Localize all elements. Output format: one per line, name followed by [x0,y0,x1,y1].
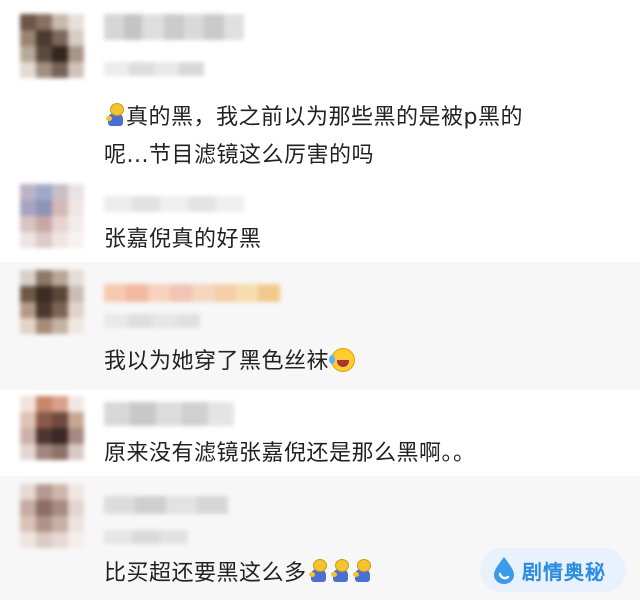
watermark-logo-icon [492,556,516,584]
comment-item[interactable]: 张嘉倪真的好黑 [0,176,640,262]
avatar[interactable] [20,184,84,248]
avatar[interactable] [20,396,84,460]
comment-text-continued: 呢...节目滤镜这么厉害的吗 [104,143,374,168]
timestamp-blurred [104,314,200,328]
timestamp-blurred [104,530,188,544]
username-blurred[interactable] [104,284,280,302]
username-blurred[interactable] [104,496,228,514]
comment-item[interactable]: 原来没有滤镜张嘉倪还是那么黑啊。。 [0,390,640,476]
prayer-emoji-icon [308,559,327,583]
username-blurred[interactable] [104,402,234,426]
comment-item[interactable]: 真的黑，我之前以为那些黑的是被p黑的 呢...节目滤镜这么厉害的吗 [0,0,640,176]
comment-text: 原来没有滤镜张嘉倪还是那么黑啊。。 [104,441,476,466]
username-blurred[interactable] [104,14,244,40]
prayer-emoji-icon [106,103,124,127]
comment-item[interactable]: 我以为她穿了黑色丝袜 [0,262,640,390]
laugh-cry-emoji-icon [329,348,356,372]
comment-text: 真的黑，我之前以为那些黑的是被p黑的 [104,100,523,136]
avatar[interactable] [20,270,84,334]
comment-text: 比买超还要黑这么多 [104,556,373,592]
prayer-emoji-icon [352,559,371,583]
comment-text: 我以为她穿了黑色丝袜 [104,344,356,380]
watermark-text: 剧情奥秘 [522,559,606,584]
avatar[interactable] [20,484,84,548]
timestamp-blurred [104,62,204,76]
avatar[interactable] [20,14,84,78]
prayer-emoji-icon [330,559,349,583]
username-blurred[interactable] [104,196,244,212]
comment-text: 张嘉倪真的好黑 [104,227,262,252]
watermark: 剧情奥秘 [480,548,626,592]
